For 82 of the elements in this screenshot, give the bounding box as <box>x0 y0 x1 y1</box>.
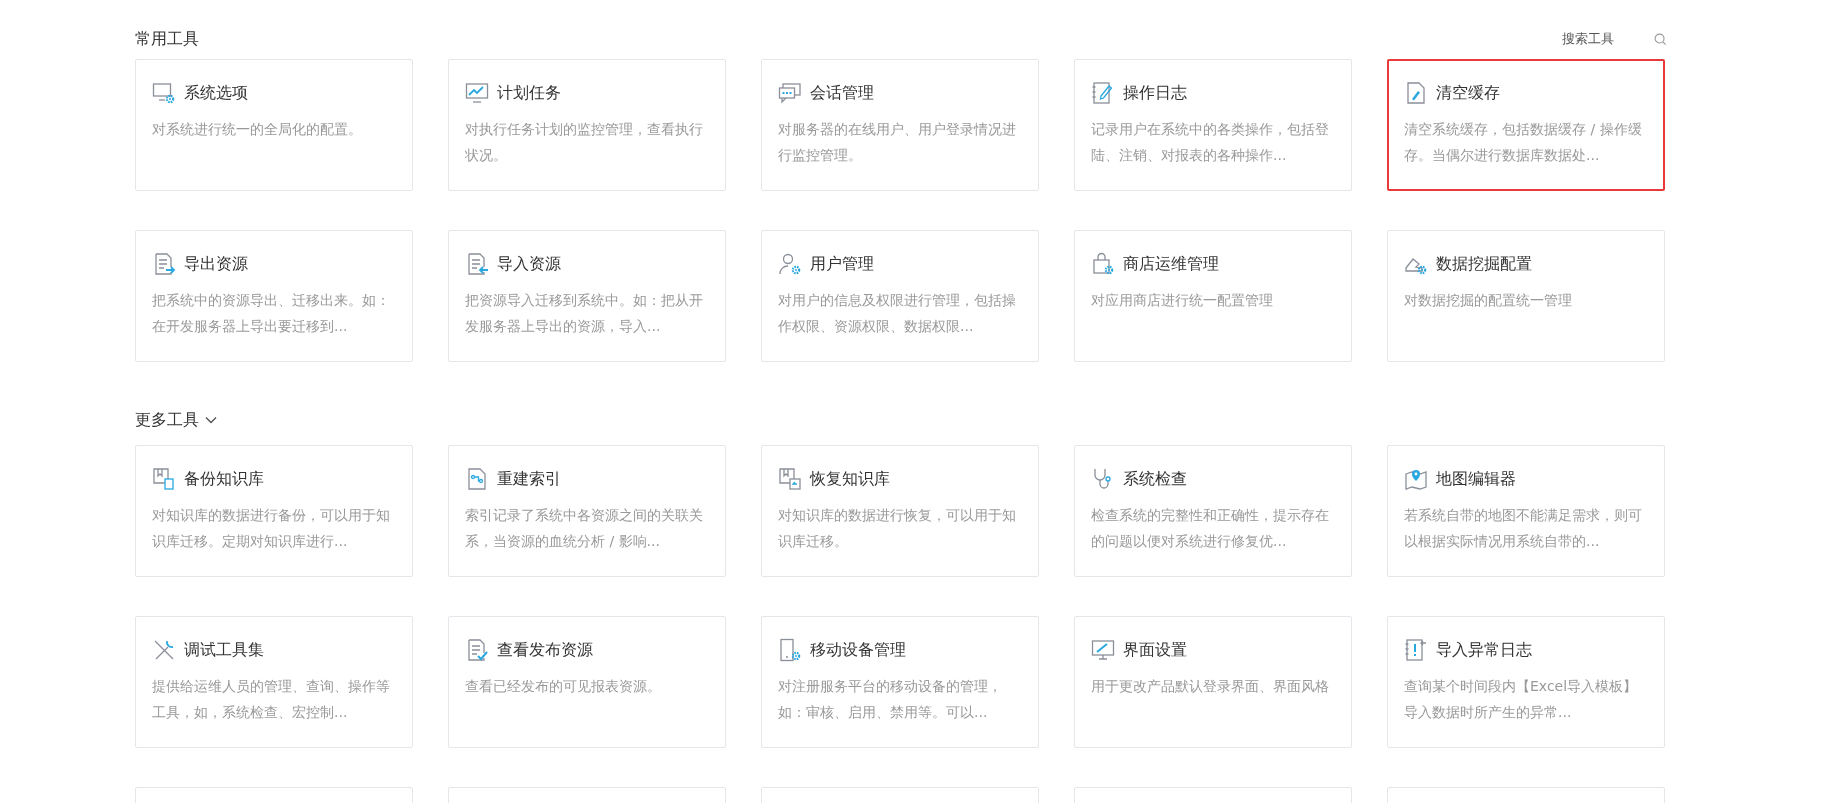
tool-card[interactable]: 商店运维管理 对应用商店进行统一配置管理 <box>1074 230 1352 362</box>
chevron-down-icon[interactable] <box>205 414 217 426</box>
card-title: 会话管理 <box>810 82 874 104</box>
chart-monitor-icon <box>465 81 489 105</box>
tool-card[interactable]: 移动设备管理 对注册服务平台的移动设备的管理，如：审核、启用、禁用等。可以... <box>761 616 1039 748</box>
document-import-icon <box>465 252 489 276</box>
card-description: 对用户的信息及权限进行管理，包括操作权限、资源权限、数据权限... <box>778 291 1017 336</box>
card-title: 计划任务 <box>497 82 561 104</box>
card-description: 索引记录了系统中各资源之间的关联关系，当资源的血统分析 / 影响... <box>465 506 704 551</box>
tool-card[interactable]: 系统检查 检查系统的完整性和正确性，提示存在的问题以便对系统进行修复优... <box>1074 445 1352 577</box>
card-title: 移动设备管理 <box>810 639 906 661</box>
card-title: 商店运维管理 <box>1123 253 1219 275</box>
document-brush-icon <box>1404 81 1428 105</box>
document-flow-icon <box>465 467 489 491</box>
monitor-gear-icon <box>152 81 176 105</box>
tool-card[interactable]: 计划任务 对执行任务计划的监控管理，查看执行状况。 <box>448 59 726 191</box>
section-title: 常用工具 <box>135 28 199 50</box>
card-description: 若系统自带的地图不能满足需求，则可以根据实际情况用系统自带的... <box>1404 506 1643 551</box>
tool-card[interactable]: 系统选项 对系统进行统一的全局化的配置。 <box>135 59 413 191</box>
card-title: 导出资源 <box>184 253 248 275</box>
tool-card[interactable]: 地图编辑器 若系统自带的地图不能满足需求，则可以根据实际情况用系统自带的... <box>1387 445 1665 577</box>
user-gear-icon <box>778 252 802 276</box>
tool-card[interactable]: 用户管理 对用户的信息及权限进行管理，包括操作权限、资源权限、数据权限... <box>761 230 1039 362</box>
search-icon[interactable] <box>1654 32 1667 46</box>
card-title: 恢复知识库 <box>810 468 890 490</box>
card-title: 系统检查 <box>1123 468 1187 490</box>
card-title: 查看发布资源 <box>497 639 593 661</box>
card-title: 导入异常日志 <box>1436 639 1532 661</box>
tool-card[interactable]: 备份知识库 对知识库的数据进行备份，可以用于知识库迁移。定期对知识库进行... <box>135 445 413 577</box>
tool-card[interactable]: 操作日志 记录用户在系统中的各类操作，包括登陆、注销、对报表的各种操作... <box>1074 59 1352 191</box>
card-description: 对注册服务平台的移动设备的管理，如：审核、启用、禁用等。可以... <box>778 677 1003 722</box>
notebook-pencil-icon <box>1091 81 1115 105</box>
card-description: 用于更改产品默认登录界面、界面风格 <box>1091 677 1330 696</box>
card-description: 把资源导入迁移到系统中。如：把从开发服务器上导出的资源，导入... <box>465 291 704 336</box>
tool-card[interactable]: 导出资源 把系统中的资源导出、迁移出来。如：在开发服务器上导出要迁移到... <box>135 230 413 362</box>
card-description: 记录用户在系统中的各类操作，包括登陆、注销、对报表的各种操作... <box>1091 120 1330 165</box>
tool-card[interactable]: 查看发布资源 查看已经发布的可见报表资源。 <box>448 616 726 748</box>
tool-card[interactable]: 界面设置 用于更改产品默认登录界面、界面风格 <box>1074 616 1352 748</box>
card-title: 界面设置 <box>1123 639 1187 661</box>
card-description: 把系统中的资源导出、迁移出来。如：在开发服务器上导出要迁移到... <box>152 291 391 336</box>
chat-bubbles-icon <box>778 81 802 105</box>
card-description: 查询某个时间段内【Excel导入模板】导入数据时所产生的异常... <box>1404 677 1639 722</box>
card-description: 清空系统缓存，包括数据缓存 / 操作缓存。当偶尔进行数据库数据处... <box>1404 120 1643 165</box>
card-title: 调试工具集 <box>184 639 264 661</box>
tool-card[interactable]: 调试工具集 提供给运维人员的管理、查询、操作等工具，如，系统检查、宏控制... <box>135 616 413 748</box>
notebook-alert-icon <box>1404 638 1428 662</box>
card-description: 对应用商店进行统一配置管理 <box>1091 291 1274 310</box>
book-copy-icon <box>152 467 176 491</box>
card-title: 用户管理 <box>810 253 874 275</box>
search-label[interactable]: 搜索工具 <box>1562 30 1614 48</box>
tool-card[interactable]: 导入异常日志 查询某个时间段内【Excel导入模板】导入数据时所产生的异常... <box>1387 616 1665 748</box>
card-title: 数据挖掘配置 <box>1436 253 1532 275</box>
card-description: 对服务器的在线用户、用户登录情况进行监控管理。 <box>778 120 1017 165</box>
card-title: 重建索引 <box>497 468 561 490</box>
section-title[interactable]: 更多工具 <box>135 409 199 431</box>
card-description: 对知识库的数据进行恢复，可以用于知识库迁移。 <box>778 506 1017 551</box>
tool-card[interactable]: 数据挖掘配置 对数据挖掘的配置统一管理 <box>1387 230 1665 362</box>
tool-card[interactable]: 重建索引 索引记录了系统中各资源之间的关联关系，当资源的血统分析 / 影响... <box>448 445 726 577</box>
tool-card[interactable]: 导入资源 把资源导入迁移到系统中。如：把从开发服务器上导出的资源，导入... <box>448 230 726 362</box>
shop-bag-icon <box>1091 252 1115 276</box>
tool-card[interactable]: 恢复知识库 对知识库的数据进行恢复，可以用于知识库迁移。 <box>761 445 1039 577</box>
card-title: 导入资源 <box>497 253 561 275</box>
card-description: 提供给运维人员的管理、查询、操作等工具，如，系统检查、宏控制... <box>152 677 391 722</box>
card-description: 对系统进行统一的全局化的配置。 <box>152 120 363 139</box>
card-description: 检查系统的完整性和正确性，提示存在的问题以便对系统进行修复优... <box>1091 506 1330 551</box>
card-title: 操作日志 <box>1123 82 1187 104</box>
tool-card[interactable]: 会话管理 对服务器的在线用户、用户登录情况进行监控管理。 <box>761 59 1039 191</box>
card-title: 系统选项 <box>184 82 248 104</box>
card-title: 地图编辑器 <box>1436 468 1516 490</box>
phone-gear-icon <box>778 638 802 662</box>
tool-card[interactable]: 清空缓存 清空系统缓存，包括数据缓存 / 操作缓存。当偶尔进行数据库数据处... <box>1387 59 1665 191</box>
card-description: 对执行任务计划的监控管理，查看执行状况。 <box>465 120 704 165</box>
card-title: 清空缓存 <box>1436 82 1500 104</box>
card-description: 对知识库的数据进行备份，可以用于知识库迁移。定期对知识库进行... <box>152 506 391 551</box>
book-restore-icon <box>778 467 802 491</box>
map-pin-icon <box>1404 467 1428 491</box>
card-description: 对数据挖掘的配置统一管理 <box>1404 291 1573 310</box>
card-description: 查看已经发布的可见报表资源。 <box>465 677 662 696</box>
monitor-brush-icon <box>1091 638 1115 662</box>
document-export-icon <box>152 252 176 276</box>
document-check-icon <box>465 638 489 662</box>
card-title: 备份知识库 <box>184 468 264 490</box>
